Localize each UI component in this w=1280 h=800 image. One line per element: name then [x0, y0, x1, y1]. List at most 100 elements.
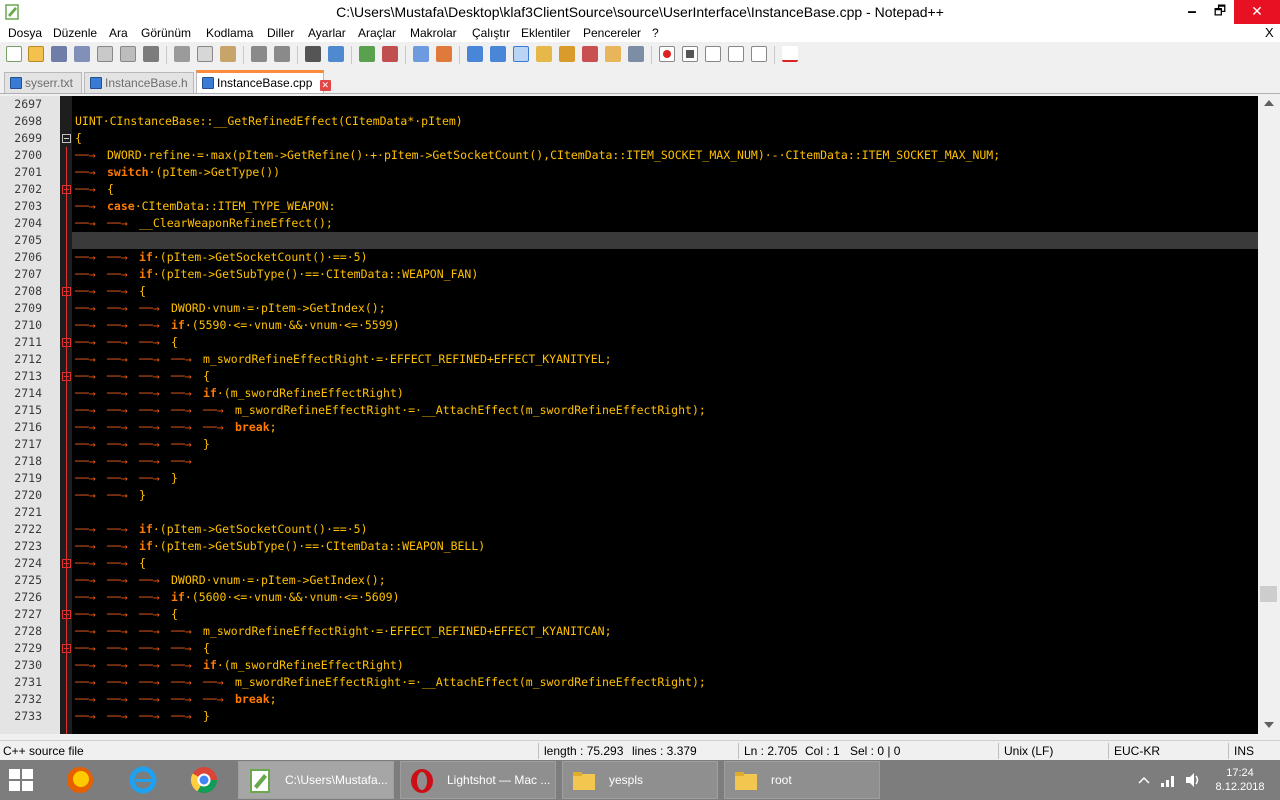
code-line[interactable]: ──→ ──→ if·(pItem->GetSubType()·==·CItemDa… [75, 538, 485, 555]
code-line[interactable]: ──→ ──→{ [75, 555, 146, 572]
fold-toggle-icon[interactable] [62, 134, 71, 143]
menu-calistir[interactable]: Çalıştır [472, 26, 510, 40]
close-file-icon[interactable] [97, 46, 113, 62]
undo-icon[interactable] [251, 46, 267, 62]
task-notepadpp[interactable]: C:\Users\Mustafa... [238, 761, 394, 799]
scroll-up-arrow-icon[interactable] [1264, 100, 1274, 106]
code-line[interactable]: ──→ ──→ ──→ ──→ if·(m_swordRefineEffectRight… [75, 385, 404, 402]
code-line[interactable]: ──→ ──→ ──→ if·(5590·<=·vnum·&&·vnum·<=·559… [75, 317, 400, 334]
word-wrap-icon[interactable] [467, 46, 483, 62]
menu-gorunum[interactable]: Görünüm [141, 26, 191, 40]
tab-syserr[interactable]: syserr.txt [4, 72, 82, 93]
code-line[interactable]: ──→ ──→ __ClearWeaponRefineEffect(); [75, 215, 333, 232]
menu-ara[interactable]: Ara [109, 26, 128, 40]
find-icon[interactable] [305, 46, 321, 62]
close-button[interactable]: ✕ [1234, 0, 1280, 24]
code-line[interactable]: ──→ ──→ ──→{ [75, 334, 178, 351]
code-line[interactable]: ──→ ──→ ──→} [75, 470, 178, 487]
menu-help[interactable]: ? [652, 26, 659, 40]
maximize-button[interactable]: 🗗 [1204, 0, 1236, 24]
open-file-icon[interactable] [28, 46, 44, 62]
vertical-scrollbar[interactable] [1258, 96, 1280, 734]
code-line[interactable]: ──→ ──→ ──→ ──→ if·(m_swordRefineEffectRight… [75, 657, 404, 674]
code-line[interactable]: ──→ ──→ ──→ ──→{ [75, 368, 210, 385]
code-line[interactable]: ──→ ──→ ──→ ──→ [75, 453, 203, 470]
record-macro-icon[interactable] [659, 46, 675, 62]
code-line[interactable]: UINT·CInstanceBase::__GetRefinedEffect(C… [75, 113, 463, 130]
stop-macro-icon[interactable] [682, 46, 698, 62]
code-area[interactable]: UINT·CInstanceBase::__GetRefinedEffect(C… [72, 96, 1258, 734]
code-line[interactable]: ──→ ──→ if·(pItem->GetSocketCount()·==·5) [75, 521, 368, 538]
code-line[interactable]: ──→ ──→ ──→ ──→ ──→ break; [75, 419, 277, 436]
code-line[interactable]: ──→ ──→{ [75, 283, 146, 300]
menu-diller[interactable]: Diller [267, 26, 294, 40]
network-icon[interactable] [1160, 772, 1178, 788]
code-line[interactable]: ──→ ──→ ──→ DWORD·vnum·=·pItem->GetIndex(); [75, 300, 386, 317]
menu-pencereler[interactable]: Pencereler [583, 26, 641, 40]
print-icon[interactable] [143, 46, 159, 62]
folder-workspace-icon[interactable] [605, 46, 621, 62]
zoom-out-icon[interactable] [382, 46, 398, 62]
code-line[interactable]: ──→ ──→ ──→ ──→ m_swordRefineEffectRight·=·E… [75, 351, 612, 368]
indent-guide-icon[interactable] [513, 46, 529, 62]
close-document-x[interactable]: X [1265, 25, 1274, 40]
code-line[interactable]: ──→ ──→ ──→{ [75, 606, 178, 623]
tray-clock[interactable]: 17:24 8.12.2018 [1212, 766, 1268, 794]
code-line[interactable]: ──→ switch·(pItem->GetType()) [75, 164, 280, 181]
task-opera[interactable]: Lightshot — Mac ... [400, 761, 556, 799]
tab-close-icon[interactable]: ✕ [319, 80, 331, 91]
paste-icon[interactable] [220, 46, 236, 62]
menu-kodlama[interactable]: Kodlama [206, 26, 253, 40]
run-macro-multiple-icon[interactable] [728, 46, 744, 62]
code-line[interactable]: ──→ ──→ if·(pItem->GetSubType()·==·CItemDa… [75, 266, 478, 283]
close-all-icon[interactable] [120, 46, 136, 62]
menu-makrolar[interactable]: Makrolar [410, 26, 457, 40]
code-line[interactable]: ──→ ──→ ──→ DWORD·vnum·=·pItem->GetIndex(); [75, 572, 386, 589]
internet-explorer-icon[interactable] [127, 764, 159, 796]
menu-eklentiler[interactable]: Eklentiler [521, 26, 570, 40]
menu-araclar[interactable]: Araçlar [358, 26, 396, 40]
udl-icon[interactable] [536, 46, 552, 62]
save-macro-icon[interactable] [751, 46, 767, 62]
play-macro-icon[interactable] [705, 46, 721, 62]
task-folder-root[interactable]: root [724, 761, 880, 799]
monitoring-icon[interactable] [628, 46, 644, 62]
windows-start-icon[interactable] [8, 768, 34, 792]
scroll-down-arrow-icon[interactable] [1264, 722, 1274, 728]
code-line[interactable]: ──→ ──→ ──→ ──→ ──→ m_swordRefineEffectRight·… [75, 674, 706, 691]
volume-icon[interactable] [1184, 772, 1202, 788]
code-line[interactable]: { [75, 130, 82, 147]
save-all-icon[interactable] [74, 46, 90, 62]
save-icon[interactable] [51, 46, 67, 62]
sync-horizontal-icon[interactable] [436, 46, 452, 62]
tab-instancebase-h[interactable]: InstanceBase.h [84, 72, 194, 93]
new-file-icon[interactable] [6, 46, 22, 62]
spell-check-icon[interactable] [782, 46, 798, 62]
menu-dosya[interactable]: Dosya [8, 26, 42, 40]
code-line[interactable]: ──→ ──→ if·(pItem->GetSocketCount()·==·5) [75, 249, 368, 266]
doc-map-icon[interactable] [559, 46, 575, 62]
task-folder-yespls[interactable]: yespls [562, 761, 718, 799]
code-line[interactable]: ──→ ──→ ──→ ──→{ [75, 640, 210, 657]
scrollbar-thumb[interactable] [1260, 586, 1277, 602]
redo-icon[interactable] [274, 46, 290, 62]
code-line[interactable]: ──→ DWORD·refine·=·max(pItem->GetRefine()… [75, 147, 1000, 164]
copy-icon[interactable] [197, 46, 213, 62]
code-editor[interactable]: 2697 2698 2699 2700 2701 2702 2703 2704 2705 2706… [0, 96, 1280, 734]
code-line[interactable]: ──→ ──→ ──→ ──→ m_swordRefineEffectRight·=·E… [75, 623, 612, 640]
function-list-icon[interactable] [582, 46, 598, 62]
tray-expand-icon[interactable] [1138, 774, 1150, 786]
code-line[interactable]: ──→ ──→ ──→ ──→} [75, 708, 210, 725]
code-line[interactable]: ──→ ──→ ──→ if·(5600·<=·vnum·&&·vnum·<=·560… [75, 589, 400, 606]
code-line[interactable]: ──→ ──→ ──→ ──→ ──→ break; [75, 691, 277, 708]
cut-icon[interactable] [174, 46, 190, 62]
status-eol[interactable]: Unix (LF) [1004, 744, 1053, 758]
tab-instancebase-cpp[interactable]: InstanceBase.cpp ✕ [196, 70, 331, 93]
firefox-icon[interactable] [64, 764, 96, 796]
chrome-icon[interactable] [188, 764, 220, 796]
zoom-in-icon[interactable] [359, 46, 375, 62]
code-line[interactable]: ──→ ──→} [75, 487, 146, 504]
status-mode[interactable]: INS [1234, 744, 1254, 758]
code-line[interactable]: ──→{ [75, 181, 114, 198]
replace-icon[interactable] [328, 46, 344, 62]
